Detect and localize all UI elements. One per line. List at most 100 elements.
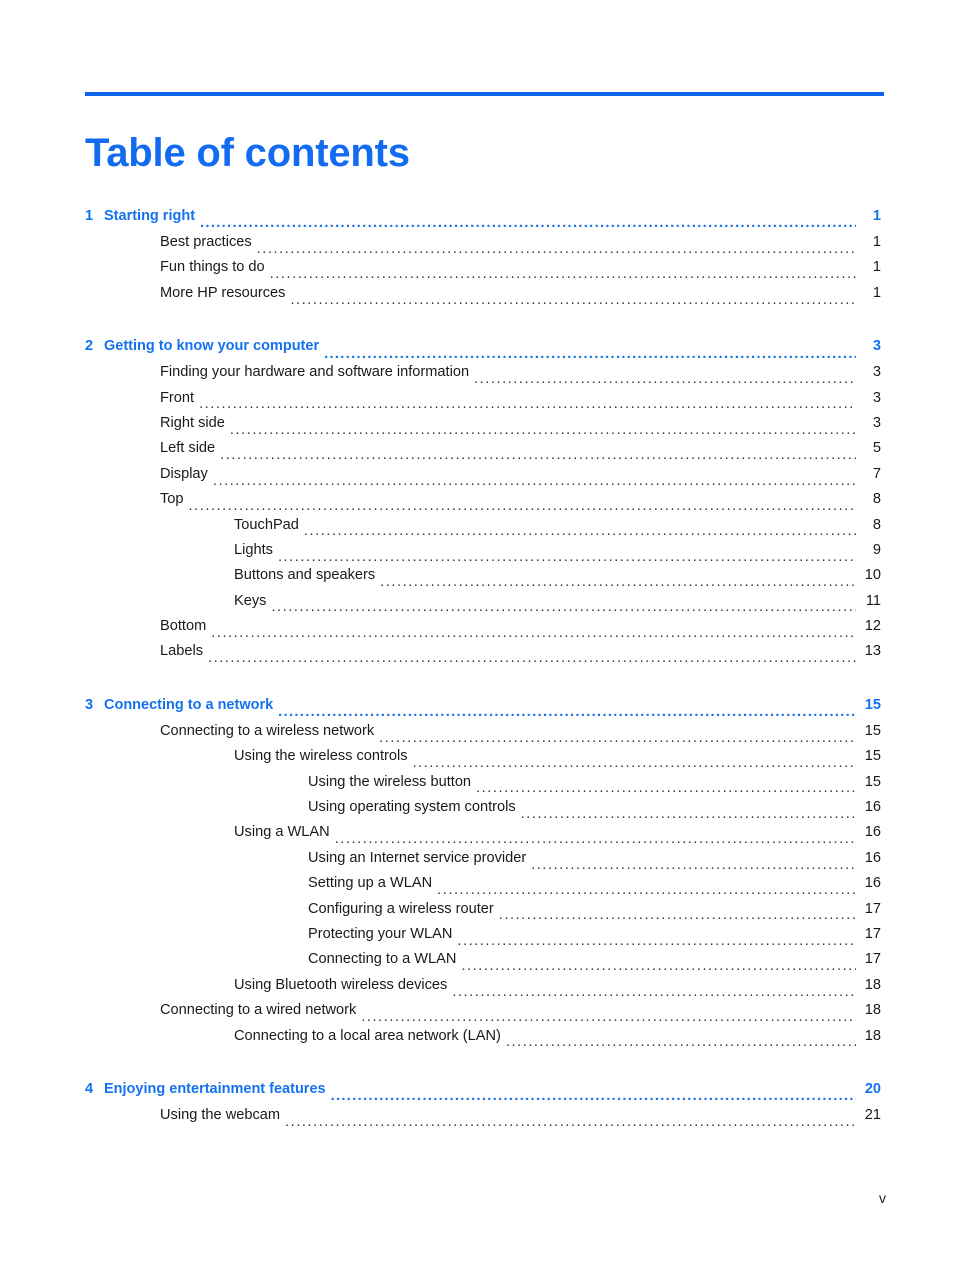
toc-entry[interactable]: Finding your hardware and software infor… xyxy=(0,364,954,389)
toc-entry-label: Setting up a WLAN xyxy=(308,875,433,892)
toc-entry-page-number: 16 xyxy=(864,875,881,892)
toc-entry[interactable]: Labels 13 xyxy=(0,643,954,668)
toc-entry-label: Bottom xyxy=(160,618,207,635)
toc-entry[interactable]: Top 8 xyxy=(0,491,954,516)
toc-chapter-entry[interactable]: 1 Starting right 1 xyxy=(0,208,954,234)
toc-entry-page-number: 17 xyxy=(864,900,881,917)
toc-entry-page-number: 3 xyxy=(872,414,881,431)
toc-entry-label: Using the wireless button xyxy=(308,773,472,790)
toc-leader-dots xyxy=(211,626,856,641)
title-rule-divider xyxy=(85,92,884,96)
toc-entry-page-number: 13 xyxy=(864,643,881,660)
toc-entry[interactable]: Right side 3 xyxy=(0,415,954,440)
toc-chapter-entry[interactable]: 4 Enjoying entertainment features 20 xyxy=(0,1081,954,1107)
toc-entry-page-number: 9 xyxy=(872,541,881,558)
toc-entry[interactable]: Front 3 xyxy=(0,390,954,415)
footer-page-number: v xyxy=(879,1190,886,1206)
toc-entry-label: Using the wireless controls xyxy=(234,748,408,765)
toc-leader-dots xyxy=(413,756,856,771)
toc-entry-label: Lights xyxy=(234,541,273,558)
toc-group-spacer xyxy=(0,310,954,338)
toc-leader-dots xyxy=(452,985,856,1000)
toc-entry[interactable]: Lights 9 xyxy=(0,542,954,567)
toc-entry[interactable]: Using the wireless button 15 xyxy=(0,774,954,799)
toc-entry[interactable]: Display 7 xyxy=(0,466,954,491)
toc-entry-label: Using an Internet service provider xyxy=(308,849,527,866)
toc-entry-label: Best practices xyxy=(160,234,252,250)
toc-entry[interactable]: Fun things to do 1 xyxy=(0,259,954,284)
toc-entry-page-number: 1 xyxy=(872,259,881,276)
toc-entry-page-number: 16 xyxy=(864,824,881,841)
toc-entry-page-number: 8 xyxy=(872,516,881,533)
toc-entry-label: Connecting to a wireless network xyxy=(160,722,375,739)
toc-entry[interactable]: Using Bluetooth wireless devices 18 xyxy=(0,977,954,1002)
toc-entry-page-number: 15 xyxy=(864,773,881,790)
toc-entry[interactable]: Connecting to a wireless network 15 xyxy=(0,723,954,748)
toc-entry-label: Connecting to a network xyxy=(104,696,274,713)
toc-leader-dots xyxy=(461,959,856,974)
toc-leader-dots xyxy=(476,781,856,796)
toc-entry[interactable]: Buttons and speakers 10 xyxy=(0,567,954,592)
toc-entry-page-number: 17 xyxy=(864,925,881,942)
toc-entry-page-number: 1 xyxy=(872,208,881,224)
toc-leader-dots xyxy=(208,651,856,666)
toc-leader-dots xyxy=(474,372,856,387)
toc-entry[interactable]: Keys 11 xyxy=(0,593,954,618)
toc-leader-dots xyxy=(200,216,856,231)
toc-entry[interactable]: More HP resources 1 xyxy=(0,285,954,310)
toc-entry[interactable]: Using a WLAN 16 xyxy=(0,824,954,849)
toc-leader-dots xyxy=(220,448,856,463)
toc-entry[interactable]: Using the webcam 21 xyxy=(0,1107,954,1132)
toc-leader-dots xyxy=(278,550,856,565)
toc-leader-dots xyxy=(199,397,856,412)
toc-entry-page-number: 17 xyxy=(864,951,881,968)
toc-chapter-number: 3 xyxy=(85,696,94,713)
toc-leader-dots xyxy=(531,858,856,873)
toc-leader-dots xyxy=(380,575,856,590)
toc-entry-label: Labels xyxy=(160,643,204,660)
toc-entry[interactable]: Configuring a wireless router 17 xyxy=(0,901,954,926)
toc-entry[interactable]: Setting up a WLAN 16 xyxy=(0,875,954,900)
toc-entry-page-number: 16 xyxy=(864,849,881,866)
toc-entry[interactable]: Using the wireless controls 15 xyxy=(0,748,954,773)
toc-entry-page-number: 15 xyxy=(864,696,881,713)
toc-entry-label: Using Bluetooth wireless devices xyxy=(234,976,448,993)
toc-entry-label: Front xyxy=(160,389,195,406)
toc-chapter-entry[interactable]: 3 Connecting to a network 15 xyxy=(0,697,954,723)
toc-entry-label: Connecting to a local area network (LAN) xyxy=(234,1027,501,1044)
toc-leader-dots xyxy=(499,908,856,923)
toc-entry-page-number: 7 xyxy=(872,465,881,482)
toc-entry-page-number: 18 xyxy=(864,1027,881,1044)
toc-entry-label: Enjoying entertainment features xyxy=(104,1080,326,1097)
toc-leader-dots xyxy=(304,524,856,539)
toc-leader-dots xyxy=(290,293,856,308)
toc-entry[interactable]: Best practices 1 xyxy=(0,234,954,259)
toc-entry[interactable]: TouchPad 8 xyxy=(0,517,954,542)
toc-leader-dots xyxy=(457,934,856,949)
toc-entry-page-number: 18 xyxy=(864,1002,881,1019)
toc-entry[interactable]: Protecting your WLAN 17 xyxy=(0,926,954,951)
toc-entry[interactable]: Bottom 12 xyxy=(0,618,954,643)
toc-leader-dots xyxy=(361,1010,856,1025)
toc-entry-label: Buttons and speakers xyxy=(234,567,376,584)
toc-entry[interactable]: Connecting to a WLAN 17 xyxy=(0,951,954,976)
toc-entry-page-number: 16 xyxy=(864,799,881,816)
toc-entry-page-number: 1 xyxy=(872,234,881,250)
toc-entry[interactable]: Left side 5 xyxy=(0,440,954,465)
toc-entry-page-number: 5 xyxy=(872,440,881,457)
toc-entry-label: Using the webcam xyxy=(160,1106,281,1123)
toc-entry[interactable]: Using an Internet service provider 16 xyxy=(0,850,954,875)
toc-entry[interactable]: Connecting to a local area network (LAN)… xyxy=(0,1028,954,1053)
toc-leader-dots xyxy=(271,600,856,615)
toc-entry-label: Starting right xyxy=(104,208,196,224)
toc-chapter-number: 1 xyxy=(85,208,94,224)
toc-entry-label: Connecting to a wired network xyxy=(160,1002,357,1019)
toc-entry-label: Connecting to a WLAN xyxy=(308,951,457,968)
toc-entry[interactable]: Connecting to a wired network 18 xyxy=(0,1002,954,1027)
toc-entry[interactable]: Using operating system controls 16 xyxy=(0,799,954,824)
toc-entry-page-number: 10 xyxy=(864,567,881,584)
toc-leader-dots xyxy=(331,1089,856,1104)
toc-entry-label: Fun things to do xyxy=(160,259,265,276)
toc-entry-page-number: 3 xyxy=(872,338,881,355)
toc-chapter-entry[interactable]: 2 Getting to know your computer 3 xyxy=(0,338,954,364)
